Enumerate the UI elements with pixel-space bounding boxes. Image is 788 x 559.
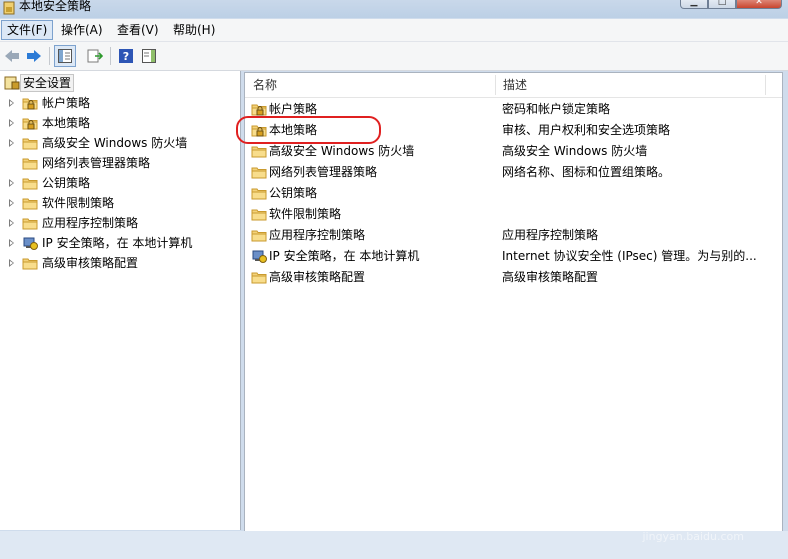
title-bar: 本地安全策略 ▁ □ ✕	[0, 0, 788, 18]
expand-arrow-icon[interactable]	[9, 139, 14, 147]
action-pane-icon	[142, 49, 156, 63]
show-action-pane-button[interactable]	[138, 45, 160, 67]
window-title: 本地安全策略	[19, 0, 92, 13]
security-settings-icon	[4, 76, 20, 90]
list-item[interactable]: 高级安全 Windows 防火墙 高级安全 Windows 防火墙	[245, 141, 782, 162]
back-button[interactable]	[1, 45, 23, 67]
folder-lock-icon	[251, 104, 267, 116]
menu-action[interactable]: 操作(A)	[56, 21, 108, 39]
folder-icon	[251, 188, 267, 200]
list-item-name: 应用程序控制策略	[269, 228, 366, 242]
watermark-url: jingyan.baidu.com	[642, 530, 744, 543]
folder-icon	[22, 258, 38, 270]
column-divider[interactable]	[765, 75, 766, 95]
list-item-description: 应用程序控制策略	[502, 228, 599, 242]
toolbar: ?	[0, 42, 788, 71]
menu-help[interactable]: 帮助(H)	[168, 21, 220, 39]
expand-arrow-icon[interactable]	[9, 99, 14, 107]
folder-lock-icon	[22, 98, 38, 110]
help-icon: ?	[119, 49, 133, 63]
tree-item-label: 帐户策略	[42, 96, 91, 110]
tree-item-label: 软件限制策略	[42, 196, 115, 210]
minimize-button[interactable]: ▁	[680, 0, 708, 9]
column-divider[interactable]	[495, 75, 496, 95]
maximize-icon: □	[717, 0, 727, 7]
list-header: 名称 描述	[245, 73, 782, 98]
tree-item-label: 网络列表管理器策略	[42, 156, 151, 170]
folder-icon	[251, 272, 267, 284]
list-item-name: 公钥策略	[269, 186, 318, 200]
list-item-name: 高级审核策略配置	[269, 270, 366, 284]
toolbar-separator	[110, 47, 111, 65]
tree-item-label: 公钥策略	[42, 176, 91, 190]
forward-button[interactable]	[23, 45, 45, 67]
expand-arrow-icon[interactable]	[9, 239, 14, 247]
annotation-highlight-ring	[236, 116, 381, 144]
tree-item-label: IP 安全策略，在 本地计算机	[42, 236, 193, 250]
folder-icon	[251, 167, 267, 179]
ip-security-icon	[252, 250, 267, 263]
close-icon: ✕	[755, 0, 763, 7]
back-arrow-icon	[5, 50, 19, 62]
folder-icon	[22, 138, 38, 150]
export-list-icon	[87, 49, 103, 63]
list-item-name: IP 安全策略，在 本地计算机	[269, 249, 420, 263]
expand-arrow-icon[interactable]	[9, 259, 14, 267]
show-hide-console-tree-button[interactable]	[54, 45, 76, 67]
folder-icon	[22, 218, 38, 230]
watermark: Bai 经验 jingyan.baidu.com	[631, 493, 744, 543]
maximize-button[interactable]: □	[708, 0, 736, 9]
list-item-description: Internet 协议安全性 (IPsec) 管理。为与别的...	[502, 249, 757, 263]
menu-view[interactable]: 查看(V)	[112, 21, 164, 39]
folder-icon	[22, 158, 38, 170]
ip-security-icon	[23, 237, 38, 250]
expand-arrow-icon[interactable]	[9, 119, 14, 127]
console-tree-pane: 安全设置 帐户策略本地策略高级安全 Windows 防火墙 网络列表管理器策略 公钥…	[0, 71, 241, 530]
tree-item-label: 应用程序控制策略	[42, 216, 139, 230]
help-button[interactable]: ?	[115, 45, 137, 67]
folder-icon	[251, 146, 267, 158]
list-item[interactable]: 应用程序控制策略 应用程序控制策略	[245, 225, 782, 246]
export-list-button[interactable]	[84, 45, 106, 67]
tree-item-label: 本地策略	[42, 116, 91, 130]
svg-text:?: ?	[123, 50, 129, 63]
list-item-description: 高级安全 Windows 防火墙	[502, 144, 648, 158]
tree-root-label: 安全设置	[20, 74, 75, 92]
list-item[interactable]: 网络列表管理器策略 网络名称、图标和位置组策略。	[245, 162, 782, 183]
tree-item-label: 高级审核策略配置	[42, 256, 139, 270]
expand-arrow-icon[interactable]	[9, 179, 14, 187]
menu-file[interactable]: 文件(F)	[1, 20, 54, 40]
security-policy-app-icon	[3, 1, 15, 15]
menu-bar: 文件(F) 操作(A) 查看(V) 帮助(H)	[0, 19, 788, 42]
toolbar-separator	[49, 47, 50, 65]
tree-item-label: 高级安全 Windows 防火墙	[42, 136, 188, 150]
folder-lock-icon	[22, 118, 38, 130]
list-item-description: 网络名称、图标和位置组策略。	[502, 165, 671, 179]
folder-icon	[22, 178, 38, 190]
list-item[interactable]: 高级审核策略配置 高级审核策略配置	[245, 267, 782, 288]
list-item[interactable]: 软件限制策略	[245, 204, 782, 225]
list-item-name: 网络列表管理器策略	[269, 165, 378, 179]
expand-arrow-icon[interactable]	[9, 199, 14, 207]
console-tree-icon	[58, 49, 72, 63]
list-item-description: 密码和帐户锁定策略	[502, 102, 611, 116]
list-item-name: 高级安全 Windows 防火墙	[269, 144, 415, 158]
expand-arrow-icon[interactable]	[9, 219, 14, 227]
list-item-description: 高级审核策略配置	[502, 270, 599, 284]
list-item-name: 软件限制策略	[269, 207, 342, 221]
list-item[interactable]: 公钥策略	[245, 183, 782, 204]
folder-icon	[22, 198, 38, 210]
column-header-name[interactable]: 名称	[253, 73, 277, 97]
minimize-icon: ▁	[690, 0, 698, 7]
list-item[interactable]: IP 安全策略，在 本地计算机 Internet 协议安全性 (IPsec) 管理…	[245, 246, 782, 267]
list-item-description: 审核、用户权利和安全选项策略	[502, 123, 671, 137]
column-header-description[interactable]: 描述	[503, 73, 527, 97]
close-button[interactable]: ✕	[736, 0, 782, 9]
folder-icon	[251, 230, 267, 242]
window-controls: ▁ □ ✕	[680, 0, 782, 10]
watermark-brand: Bai 经验	[630, 499, 744, 529]
forward-arrow-icon	[27, 50, 41, 62]
folder-icon	[251, 209, 267, 221]
